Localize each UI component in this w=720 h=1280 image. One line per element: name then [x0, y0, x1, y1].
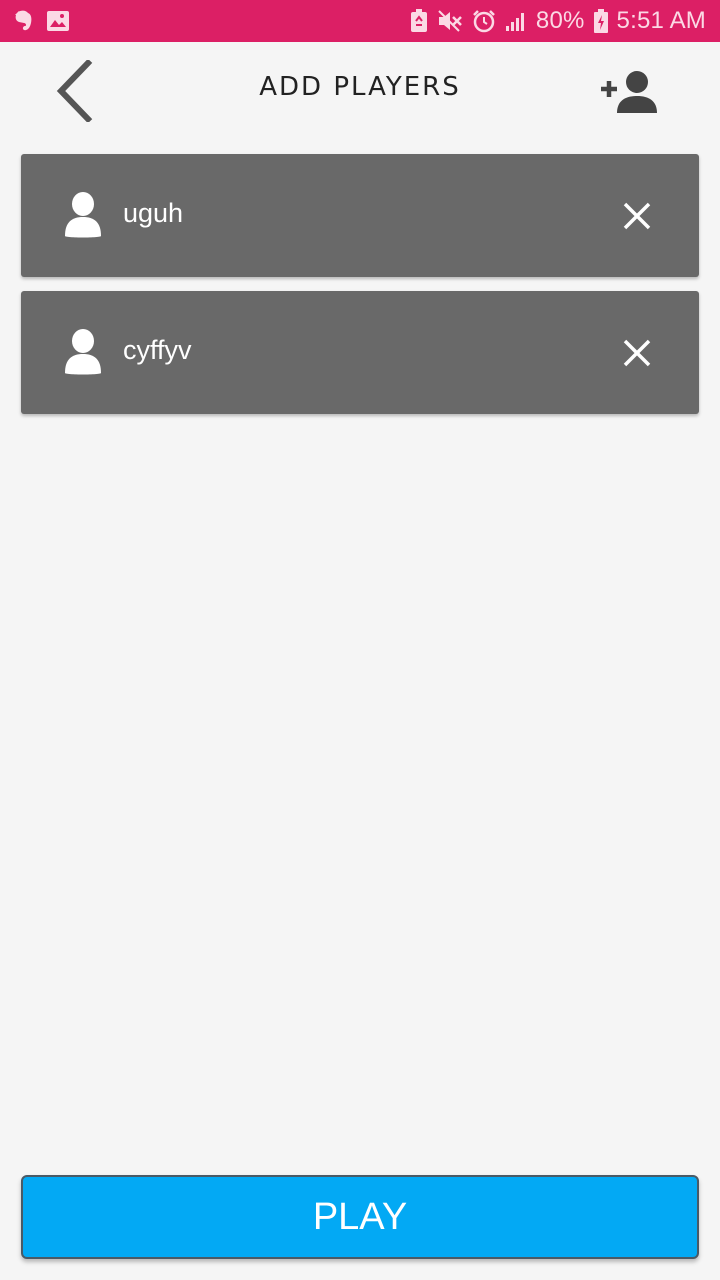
remove-player-button[interactable]: [619, 335, 655, 371]
battery-percent: 80%: [535, 7, 585, 34]
play-button[interactable]: PLAY: [21, 1175, 699, 1259]
image-icon: [46, 10, 70, 32]
player-name: uguh: [123, 198, 184, 228]
player-card: uguh: [21, 154, 699, 277]
add-person-icon: [601, 71, 657, 113]
add-player-button[interactable]: [594, 64, 664, 120]
status-left: [12, 9, 70, 33]
signal-icon: [505, 10, 527, 32]
recycle-icon: [410, 9, 428, 33]
close-icon: [623, 202, 651, 230]
status-right: 80% 5:51 AM: [410, 7, 706, 35]
player-card: cyffyv: [21, 291, 699, 414]
close-icon: [623, 339, 651, 367]
evernote-icon: [12, 9, 34, 33]
clock: 5:51 AM: [616, 7, 706, 34]
person-icon: [63, 192, 103, 238]
person-icon: [63, 329, 103, 375]
toolbar: ADD PLAYERS: [0, 42, 720, 138]
player-name: cyffyv: [123, 335, 192, 365]
remove-player-button[interactable]: [619, 198, 655, 234]
player-list: uguh cyffyv: [21, 154, 699, 428]
mute-icon: [437, 9, 463, 33]
alarm-icon: [472, 9, 496, 33]
status-bar: 80% 5:51 AM: [0, 0, 720, 42]
battery-charging-icon: [593, 9, 608, 33]
